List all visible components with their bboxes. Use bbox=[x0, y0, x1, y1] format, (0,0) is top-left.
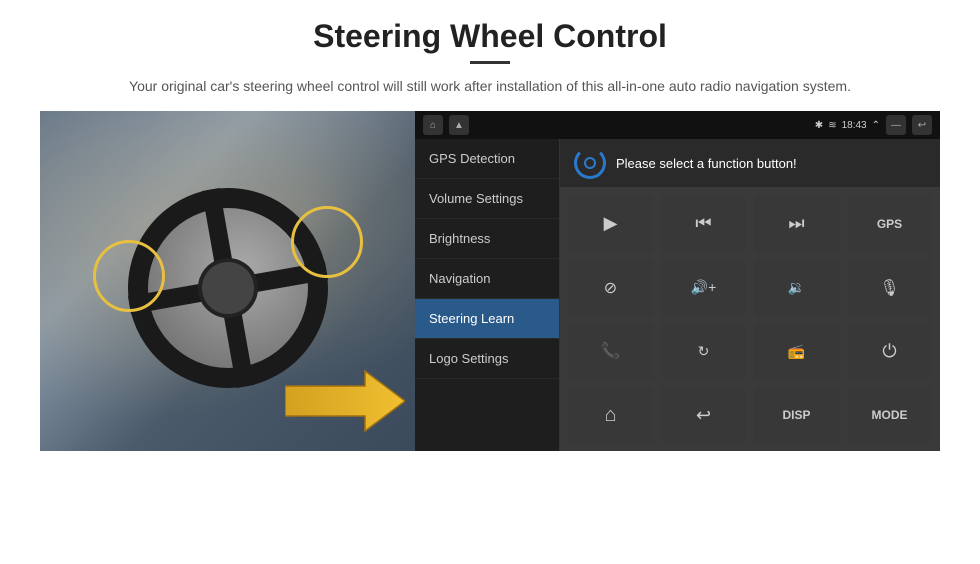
arrow-icon bbox=[285, 366, 405, 436]
menu-list: GPS Detection Volume Settings Brightness… bbox=[415, 139, 560, 451]
status-bar: ⌂ ▲ ✱ ≋ 18:43 ⌃ — ↩ bbox=[415, 111, 940, 139]
circle-right bbox=[291, 206, 363, 278]
steering-image bbox=[40, 111, 415, 451]
btn-vol-down[interactable]: 🔉 bbox=[754, 260, 839, 316]
panel-header: Please select a function button! bbox=[560, 139, 940, 188]
home-nav-icon[interactable]: ⌂ bbox=[423, 115, 443, 135]
btn-power[interactable]: ⏻ bbox=[847, 324, 932, 380]
function-panel: Please select a function button! ▶ ⏮ ⏭ G… bbox=[560, 139, 940, 451]
btn-vol-up[interactable]: 🔊+ bbox=[661, 260, 746, 316]
sync-icon bbox=[574, 147, 606, 179]
menu-item-brightness[interactable]: Brightness bbox=[415, 219, 559, 259]
btn-gps[interactable]: GPS bbox=[847, 196, 932, 252]
back-icon[interactable]: ↩ bbox=[912, 115, 932, 135]
title-divider bbox=[470, 61, 510, 64]
btn-mic[interactable]: 🎙 bbox=[847, 260, 932, 316]
menu-item-steering-learn[interactable]: Steering Learn bbox=[415, 299, 559, 339]
car-display: ⌂ ▲ ✱ ≋ 18:43 ⌃ — ↩ GPS Detection bbox=[415, 111, 940, 451]
time-display: 18:43 bbox=[842, 120, 867, 131]
display-body: GPS Detection Volume Settings Brightness… bbox=[415, 139, 940, 451]
window-controls: — ↩ bbox=[886, 115, 932, 135]
btn-radio[interactable]: 📻 bbox=[754, 324, 839, 380]
minimize-icon[interactable]: — bbox=[886, 115, 906, 135]
bluetooth-icon: ✱ bbox=[815, 120, 823, 131]
menu-item-volume[interactable]: Volume Settings bbox=[415, 179, 559, 219]
panel-title: Please select a function button! bbox=[616, 156, 797, 171]
btn-disp[interactable]: DISP bbox=[754, 387, 839, 443]
circle-left bbox=[93, 240, 165, 312]
expand-icon: ⌃ bbox=[872, 120, 880, 131]
menu-item-logo[interactable]: Logo Settings bbox=[415, 339, 559, 379]
menu-item-navigation[interactable]: Navigation bbox=[415, 259, 559, 299]
btn-loop[interactable]: ↻ bbox=[661, 324, 746, 380]
page-subtitle: Your original car's steering wheel contr… bbox=[129, 76, 851, 97]
btn-prev[interactable]: ⏮ bbox=[661, 196, 746, 252]
main-content: ⌂ ▲ ✱ ≋ 18:43 ⌃ — ↩ GPS Detection bbox=[40, 111, 940, 451]
status-icons: ✱ ≋ 18:43 ⌃ bbox=[815, 120, 880, 131]
wifi-icon: ≋ bbox=[828, 120, 836, 131]
btn-play[interactable]: ▶ bbox=[568, 196, 653, 252]
btn-next[interactable]: ⏭ bbox=[754, 196, 839, 252]
nav-icons: ⌂ ▲ bbox=[423, 115, 809, 135]
arrow-nav-icon[interactable]: ▲ bbox=[449, 115, 469, 135]
page-title: Steering Wheel Control bbox=[313, 18, 667, 55]
btn-phone[interactable]: 📞 bbox=[568, 324, 653, 380]
btn-mute[interactable]: ⊘ bbox=[568, 260, 653, 316]
menu-item-gps[interactable]: GPS Detection bbox=[415, 139, 559, 179]
btn-home[interactable]: ⌂ bbox=[568, 387, 653, 443]
btn-back[interactable]: ↩ bbox=[661, 387, 746, 443]
btn-mode[interactable]: MODE bbox=[847, 387, 932, 443]
function-grid: ▶ ⏮ ⏭ GPS ⊘ 🔊+ 🔉 🎙 📞 ↻ 📻 ⏻ bbox=[560, 188, 940, 451]
